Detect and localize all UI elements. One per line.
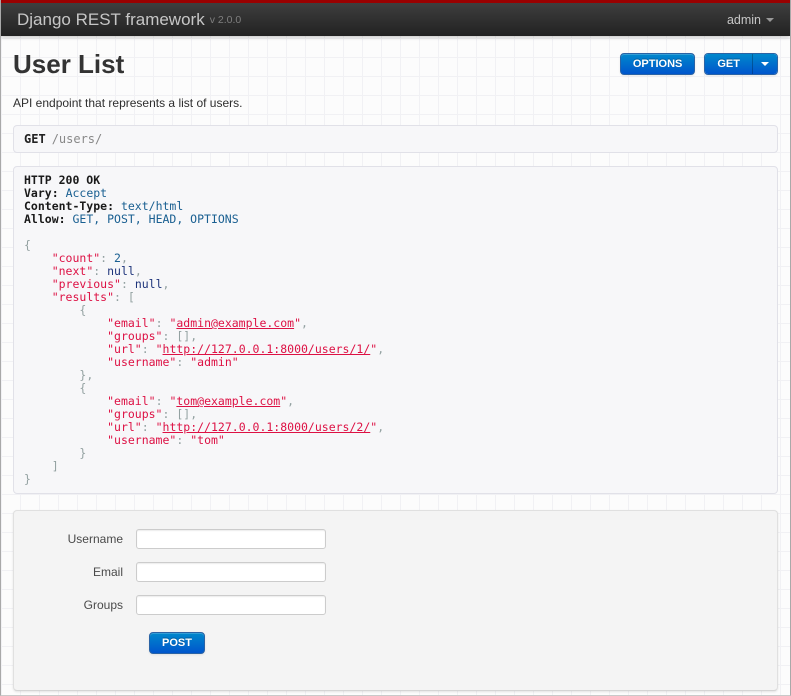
code-link[interactable]: tom@example.com — [176, 394, 280, 408]
request-method-label: GET — [24, 132, 46, 146]
user-name-label: admin — [726, 12, 761, 27]
version-label: v 2.0.0 — [209, 13, 242, 26]
username-label: Username — [67, 532, 123, 546]
caret-down-icon — [761, 62, 769, 66]
groups-field[interactable] — [136, 595, 326, 615]
form-row: Username — [14, 529, 777, 549]
form-row: Email — [14, 562, 777, 582]
response-header-line: Allow: GET, POST, HEAD, OPTIONS — [24, 213, 767, 226]
header-buttons: OPTIONS GET — [619, 53, 778, 75]
form-row: Groups — [14, 595, 777, 615]
endpoint-description: API endpoint that represents a list of u… — [13, 96, 243, 110]
chevron-down-icon — [766, 17, 774, 22]
main-content: User List OPTIONS GET API endpoint that … — [1, 49, 790, 691]
email-label: Email — [92, 565, 123, 579]
response-json-body: { "count": 2, "next": null, "previous": … — [24, 238, 385, 486]
page-title: User List — [13, 49, 125, 79]
groups-label: Groups — [83, 598, 123, 612]
status-text: HTTP 200 OK — [24, 173, 101, 187]
response-code-block: HTTP 200 OK Vary: Accept Content-Type: t… — [24, 174, 767, 486]
header-name: Vary: — [24, 186, 59, 200]
get-split-button: GET — [704, 53, 778, 75]
request-path-label: /users/ — [51, 132, 103, 146]
header-row: User List OPTIONS GET — [13, 49, 778, 79]
header-value: text/html — [120, 199, 184, 213]
code-link[interactable]: http://127.0.0.1:8000/users/2/ — [163, 420, 371, 434]
code-link[interactable]: admin@example.com — [176, 316, 294, 330]
response-panel: HTTP 200 OK Vary: Accept Content-Type: t… — [13, 166, 778, 494]
form-actions: POST — [149, 632, 777, 654]
header-name: Allow: — [24, 212, 66, 226]
browsable-api-page: Django REST framework v 2.0.0 admin User… — [0, 0, 791, 696]
brand-link[interactable]: Django REST framework — [17, 10, 205, 30]
header-name: Content-Type: — [24, 199, 115, 213]
email-field[interactable] — [136, 562, 326, 582]
navbar: Django REST framework v 2.0.0 admin — [1, 0, 790, 36]
post-button[interactable]: POST — [149, 632, 205, 654]
get-dropdown-toggle[interactable] — [752, 54, 777, 74]
post-form: Username Email Groups POST — [13, 510, 778, 691]
code-link[interactable]: http://127.0.0.1:8000/users/1/ — [163, 342, 371, 356]
request-bar: GET/users/ — [13, 125, 778, 153]
status-line: HTTP 200 OK — [24, 174, 767, 187]
header-value: GET, POST, HEAD, OPTIONS — [72, 212, 239, 226]
user-dropdown[interactable]: admin — [727, 13, 774, 27]
username-field[interactable] — [136, 529, 326, 549]
header-value: Accept — [65, 186, 108, 200]
options-button[interactable]: OPTIONS — [619, 53, 696, 75]
get-button[interactable]: GET — [705, 54, 752, 74]
